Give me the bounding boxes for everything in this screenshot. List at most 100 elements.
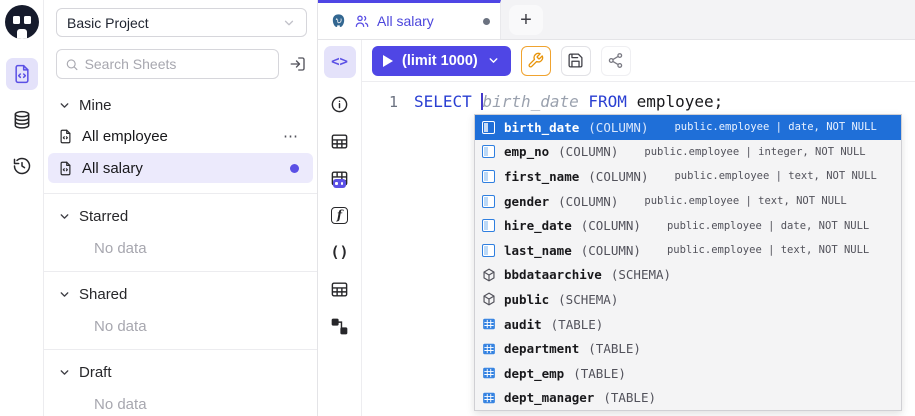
project-name: Basic Project: [67, 15, 149, 31]
section-starred: Starred No data: [44, 193, 317, 257]
chevron-down-icon[interactable]: [487, 54, 500, 67]
section-label: Draft: [79, 364, 112, 381]
sheet-search-row: [44, 41, 317, 85]
app-logo[interactable]: [0, 0, 44, 44]
sheet-item-all-employee[interactable]: All employee ⋯: [48, 121, 313, 151]
section-header-draft[interactable]: Draft: [44, 358, 317, 386]
sql-editor[interactable]: 1 SELECT birth_date FROM employee; birth…: [362, 82, 915, 416]
empty-state-text: No data: [94, 318, 317, 335]
sidebar: Basic Project Mine All employee ⋯: [44, 0, 318, 416]
tab-all-salary[interactable]: All salary: [318, 0, 501, 39]
flow-branch-icon: [330, 317, 349, 336]
code-line-1: 1 SELECT birth_date FROM employee;: [362, 82, 915, 113]
result-table-button[interactable]: [329, 278, 351, 300]
empty-state-text: No data: [94, 396, 317, 413]
more-options-icon[interactable]: ⋯: [283, 127, 299, 145]
column-icon: [482, 145, 495, 158]
autocomplete-item[interactable]: hire_date (COLUMN) public.employee | dat…: [475, 213, 901, 238]
sheet-item-label: All employee: [82, 128, 274, 145]
editor-column: (limit 1000) 1 SE: [362, 40, 915, 416]
schema-icon: [482, 292, 496, 306]
column-icon: [482, 219, 495, 232]
run-query-button[interactable]: (limit 1000): [372, 46, 511, 76]
code-icon: <>: [331, 54, 348, 70]
section-shared: Shared No data: [44, 271, 317, 335]
info-button[interactable]: [329, 93, 351, 115]
share-button[interactable]: [601, 46, 631, 76]
section-header-mine[interactable]: Mine: [44, 91, 317, 119]
autocomplete-item[interactable]: gender (COLUMN) public.employee | text, …: [475, 189, 901, 214]
new-tab-button[interactable]: +: [509, 5, 543, 35]
table-icon: [482, 317, 496, 331]
ghost-suggestion: birth_date: [482, 92, 578, 111]
autocomplete-item[interactable]: dept_manager (TABLE): [475, 386, 901, 411]
section-draft: Draft No data: [44, 349, 317, 413]
section-label: Shared: [79, 286, 127, 303]
chevron-down-icon: [58, 288, 71, 301]
chevron-down-icon: [58, 99, 71, 112]
autocomplete-item[interactable]: birth_date (COLUMN) public.employee | da…: [475, 115, 901, 140]
autocomplete-item[interactable]: first_name (COLUMN) public.employee | te…: [475, 164, 901, 189]
function-button[interactable]: f: [329, 204, 351, 226]
left-rail: [0, 0, 44, 416]
editor-toolbar: (limit 1000): [362, 40, 915, 82]
file-code-icon: [12, 64, 32, 84]
autocomplete-popup: birth_date (COLUMN) public.employee | da…: [474, 114, 902, 411]
function-icon: f: [331, 207, 348, 224]
rail-item-data[interactable]: [6, 104, 38, 136]
rail-item-sheets[interactable]: [6, 58, 38, 90]
play-icon: [383, 55, 393, 67]
wrench-icon: [527, 52, 544, 69]
ai-table-button[interactable]: [329, 167, 351, 189]
collapse-sidebar-icon[interactable]: [287, 53, 309, 75]
rail-item-history[interactable]: [6, 150, 38, 182]
table-icon: [330, 132, 349, 151]
tab-bar: All salary +: [318, 0, 915, 40]
tools-button[interactable]: [521, 46, 551, 76]
column-icon: [482, 121, 495, 134]
tab-unsaved-dot-icon: [483, 18, 490, 25]
column-icon: [482, 244, 495, 257]
flow-button[interactable]: [329, 315, 351, 337]
autocomplete-item[interactable]: last_name (COLUMN) public.employee | tex…: [475, 238, 901, 263]
code-view-button[interactable]: <>: [324, 46, 356, 78]
postgres-icon: [330, 13, 347, 30]
main-body: <> f (): [318, 40, 915, 416]
autocomplete-item[interactable]: department (TABLE): [475, 336, 901, 361]
database-icon: [12, 110, 32, 130]
table-icon: [482, 342, 496, 356]
search-input[interactable]: [85, 56, 270, 72]
autocomplete-item[interactable]: audit (TABLE): [475, 312, 901, 337]
project-selector[interactable]: Basic Project: [56, 8, 307, 37]
autocomplete-item[interactable]: emp_no (COLUMN) public.employee | intege…: [475, 140, 901, 165]
autocomplete-item[interactable]: dept_emp (TABLE): [475, 361, 901, 386]
autocomplete-item[interactable]: bbdataarchive (SCHEMA): [475, 263, 901, 288]
share-icon: [607, 52, 624, 69]
app-window: Basic Project Mine All employee ⋯: [0, 0, 915, 416]
save-button[interactable]: [561, 46, 591, 76]
table-icon: [482, 391, 496, 405]
unsaved-dot-icon: [290, 164, 299, 173]
run-label: (limit 1000): [402, 53, 478, 69]
outerbase-logo-icon: [5, 5, 39, 39]
table-view-button[interactable]: [329, 130, 351, 152]
section-header-starred[interactable]: Starred: [44, 202, 317, 230]
code-text: SELECT birth_date FROM employee;: [398, 91, 723, 113]
autocomplete-item[interactable]: public (SCHEMA): [475, 287, 901, 312]
column-icon: [482, 170, 495, 183]
sheet-search[interactable]: [56, 49, 279, 79]
table-icon: [482, 366, 496, 380]
keyword-from: FROM: [588, 92, 627, 111]
project-selector-row: Basic Project: [44, 0, 317, 41]
section-label: Starred: [79, 208, 128, 225]
sheet-file-icon: [58, 161, 73, 176]
parameters-button[interactable]: (): [329, 241, 351, 263]
section-header-shared[interactable]: Shared: [44, 280, 317, 308]
editor-rail: <> f (): [318, 40, 362, 416]
sheet-tree: Mine All employee ⋯ All salary Starred N…: [44, 85, 317, 416]
sheet-item-all-salary[interactable]: All salary: [48, 153, 313, 183]
section-label: Mine: [79, 97, 112, 114]
schema-icon: [482, 268, 496, 282]
table-icon: [330, 280, 349, 299]
chevron-down-icon: [58, 366, 71, 379]
